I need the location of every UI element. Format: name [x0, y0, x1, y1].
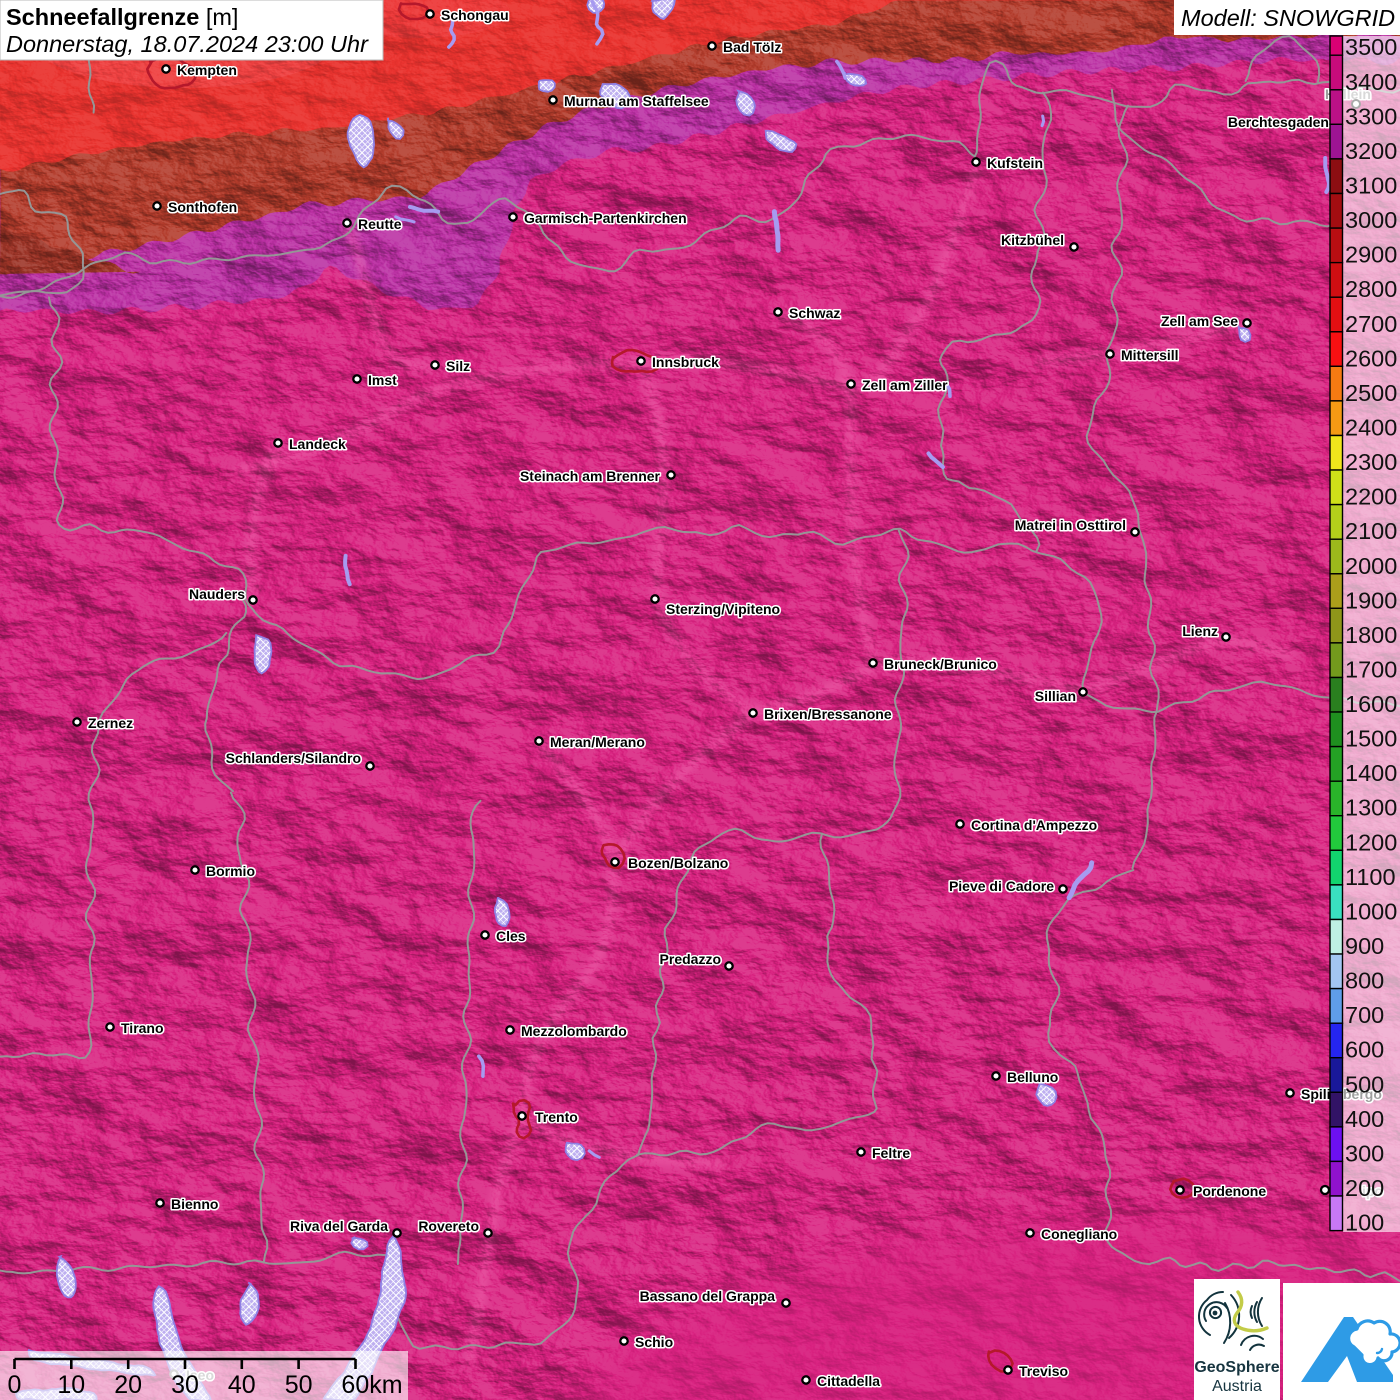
svg-text:2100: 2100 — [1345, 518, 1397, 544]
svg-text:Bruneck/Brunico: Bruneck/Brunico — [884, 656, 997, 672]
svg-text:Silz: Silz — [446, 358, 470, 374]
svg-text:900: 900 — [1345, 933, 1384, 959]
svg-text:3400: 3400 — [1345, 69, 1397, 95]
svg-text:Cles: Cles — [496, 928, 526, 944]
svg-text:Kufstein: Kufstein — [987, 155, 1043, 171]
svg-text:20: 20 — [114, 1371, 142, 1399]
svg-text:Zell am Ziller: Zell am Ziller — [862, 377, 948, 393]
svg-text:400: 400 — [1345, 1106, 1384, 1132]
svg-text:Bozen/Bolzano: Bozen/Bolzano — [628, 855, 728, 871]
svg-text:3000: 3000 — [1345, 207, 1397, 233]
svg-text:Pordenone: Pordenone — [1193, 1183, 1266, 1199]
svg-text:200: 200 — [1345, 1175, 1384, 1201]
svg-text:Bienno: Bienno — [171, 1196, 218, 1212]
svg-text:Bormio: Bormio — [206, 863, 255, 879]
svg-text:Zell am See: Zell am See — [1161, 313, 1238, 329]
svg-text:Steinach am Brenner: Steinach am Brenner — [520, 468, 661, 484]
svg-text:Schwaz: Schwaz — [789, 305, 840, 321]
svg-text:Trento: Trento — [535, 1109, 578, 1125]
svg-text:500: 500 — [1345, 1071, 1384, 1097]
svg-text:Garmisch-Partenkirchen: Garmisch-Partenkirchen — [524, 210, 687, 226]
svg-text:Schio: Schio — [635, 1334, 673, 1350]
svg-text:Conegliano: Conegliano — [1041, 1226, 1117, 1242]
svg-text:2300: 2300 — [1345, 449, 1397, 475]
svg-text:40: 40 — [228, 1371, 256, 1399]
svg-text:Donnerstag, 18.07.2024 23:00 U: Donnerstag, 18.07.2024 23:00 Uhr — [6, 31, 369, 57]
svg-text:Kempten: Kempten — [177, 62, 237, 78]
svg-text:Cittadella: Cittadella — [817, 1373, 880, 1389]
svg-text:Landeck: Landeck — [289, 436, 346, 452]
svg-text:Imst: Imst — [368, 372, 397, 388]
svg-text:10: 10 — [57, 1371, 85, 1399]
svg-text:1000: 1000 — [1345, 899, 1397, 925]
svg-text:Matrei in Osttirol: Matrei in Osttirol — [1015, 517, 1126, 533]
svg-text:Schneefallgrenze [m]: Schneefallgrenze [m] — [6, 4, 238, 30]
svg-text:1800: 1800 — [1345, 622, 1397, 648]
svg-text:1200: 1200 — [1345, 829, 1397, 855]
svg-text:2000: 2000 — [1345, 553, 1397, 579]
svg-text:30: 30 — [171, 1371, 199, 1399]
svg-text:800: 800 — [1345, 968, 1384, 994]
svg-text:Tirano: Tirano — [121, 1020, 164, 1036]
svg-text:300: 300 — [1345, 1140, 1384, 1166]
svg-text:700: 700 — [1345, 1002, 1384, 1028]
svg-text:1300: 1300 — [1345, 795, 1397, 821]
svg-text:1500: 1500 — [1345, 726, 1397, 752]
svg-text:60km: 60km — [341, 1371, 402, 1399]
svg-text:Predazzo: Predazzo — [660, 951, 721, 967]
svg-text:Mittersill: Mittersill — [1121, 347, 1179, 363]
svg-text:Modell: SNOWGRID: Modell: SNOWGRID — [1181, 5, 1395, 31]
svg-text:Belluno: Belluno — [1007, 1069, 1058, 1085]
svg-text:2500: 2500 — [1345, 380, 1397, 406]
svg-text:Schlanders/Silandro: Schlanders/Silandro — [226, 750, 361, 766]
svg-text:Lienz: Lienz — [1182, 623, 1218, 639]
svg-text:Bassano del Grappa: Bassano del Grappa — [640, 1288, 776, 1304]
svg-text:Schongau: Schongau — [441, 7, 509, 23]
svg-text:Meran/Merano: Meran/Merano — [550, 734, 645, 750]
svg-text:Riva del Garda: Riva del Garda — [290, 1218, 388, 1234]
svg-text:2400: 2400 — [1345, 415, 1397, 441]
svg-text:3100: 3100 — [1345, 173, 1397, 199]
svg-text:Austria: Austria — [1212, 1378, 1262, 1395]
svg-text:3200: 3200 — [1345, 138, 1397, 164]
svg-text:Zernez: Zernez — [88, 715, 133, 731]
svg-text:600: 600 — [1345, 1037, 1384, 1063]
svg-text:Nauders: Nauders — [189, 586, 245, 602]
svg-text:1900: 1900 — [1345, 587, 1397, 613]
svg-text:Innsbruck: Innsbruck — [652, 354, 719, 370]
svg-text:Sonthofen: Sonthofen — [168, 199, 237, 215]
svg-text:0: 0 — [8, 1371, 22, 1399]
svg-text:100: 100 — [1345, 1210, 1384, 1236]
svg-text:Feltre: Feltre — [872, 1145, 910, 1161]
svg-text:Kitzbühel: Kitzbühel — [1001, 232, 1064, 248]
svg-text:Sillian: Sillian — [1035, 688, 1076, 704]
svg-text:2600: 2600 — [1345, 345, 1397, 371]
svg-text:1400: 1400 — [1345, 760, 1397, 786]
svg-text:2900: 2900 — [1345, 242, 1397, 268]
svg-text:Sterzing/Vipiteno: Sterzing/Vipiteno — [666, 601, 780, 617]
svg-text:GeoSphere: GeoSphere — [1194, 1359, 1279, 1376]
svg-text:Cortina d'Ampezzo: Cortina d'Ampezzo — [971, 817, 1097, 833]
svg-text:3500: 3500 — [1345, 34, 1397, 60]
svg-text:Brixen/Bressanone: Brixen/Bressanone — [764, 706, 892, 722]
svg-text:2700: 2700 — [1345, 311, 1397, 337]
svg-text:Mezzolombardo: Mezzolombardo — [521, 1023, 627, 1039]
svg-text:1700: 1700 — [1345, 657, 1397, 683]
svg-text:Reutte: Reutte — [358, 216, 402, 232]
svg-text:Bad Tölz: Bad Tölz — [723, 39, 781, 55]
svg-text:1100: 1100 — [1345, 864, 1396, 890]
svg-text:Treviso: Treviso — [1019, 1363, 1068, 1379]
svg-text:2200: 2200 — [1345, 484, 1397, 510]
svg-text:2800: 2800 — [1345, 276, 1397, 302]
svg-text:50: 50 — [285, 1371, 313, 1399]
svg-text:Pieve di Cadore: Pieve di Cadore — [949, 878, 1054, 894]
svg-text:Rovereto: Rovereto — [418, 1218, 479, 1234]
svg-text:Murnau am Staffelsee: Murnau am Staffelsee — [564, 93, 709, 109]
svg-text:1600: 1600 — [1345, 691, 1397, 717]
svg-text:Berchtesgaden: Berchtesgaden — [1228, 114, 1329, 130]
